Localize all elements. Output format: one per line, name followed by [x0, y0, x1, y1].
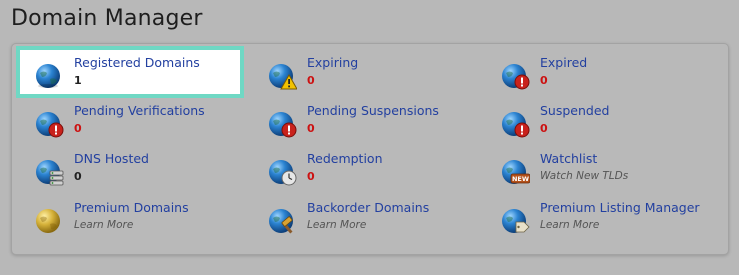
pending-suspensions-link[interactable]: Pending Suspensions 0	[253, 98, 473, 142]
globe-new-icon: NEW	[500, 157, 531, 187]
backorder-domains-link[interactable]: Backorder Domains Learn More	[253, 195, 473, 239]
item-count: 0	[307, 122, 315, 135]
item-label: Redemption	[307, 151, 383, 166]
globe-tag-icon	[500, 206, 530, 236]
expiring-link[interactable]: Expiring 0	[253, 50, 473, 94]
item-label: Watchlist	[540, 151, 598, 166]
globe-icon	[34, 61, 64, 91]
item-label: Backorder Domains	[307, 200, 430, 215]
pending-verifications-link[interactable]: Pending Verifications 0	[20, 98, 240, 142]
item-count: 0	[74, 170, 82, 183]
learn-more-link[interactable]: Learn More	[540, 219, 599, 231]
item-count: 0	[540, 74, 548, 87]
item-note: Watch New TLDs	[540, 170, 629, 182]
globe-alert-icon	[34, 109, 64, 139]
globe-clock-icon	[267, 157, 297, 187]
globe-server-icon	[34, 157, 64, 187]
item-label: Pending Verifications	[74, 103, 205, 118]
globe-alert-icon	[500, 61, 530, 91]
item-count: 0	[74, 122, 82, 135]
item-count: 1	[74, 74, 82, 87]
expired-link[interactable]: Expired 0	[486, 50, 706, 94]
domain-summary-panel: Registered Domains 1 Expiring 0 Expired …	[11, 43, 729, 255]
redemption-link[interactable]: Redemption 0	[253, 146, 473, 190]
item-count: 0	[540, 122, 548, 135]
dns-hosted-link[interactable]: DNS Hosted 0	[20, 146, 240, 190]
gold-globe-icon	[34, 206, 64, 236]
watchlist-link[interactable]: NEW Watchlist Watch New TLDs	[486, 146, 706, 190]
item-label: Expired	[540, 55, 588, 70]
learn-more-link[interactable]: Learn More	[74, 219, 133, 231]
globe-warning-icon	[267, 61, 298, 91]
item-label: DNS Hosted	[74, 151, 149, 166]
premium-domains-link[interactable]: Premium Domains Learn More	[20, 195, 240, 239]
globe-alert-icon	[267, 109, 297, 139]
learn-more-link[interactable]: Learn More	[307, 219, 366, 231]
item-label: Premium Listing Manager	[540, 200, 700, 215]
globe-alert-icon	[500, 109, 530, 139]
item-count: 0	[307, 74, 315, 87]
item-label: Premium Domains	[74, 200, 189, 215]
item-label: Pending Suspensions	[307, 103, 439, 118]
page-title: Domain Manager	[11, 6, 203, 31]
item-label: Expiring	[307, 55, 359, 70]
suspended-link[interactable]: Suspended 0	[486, 98, 706, 142]
premium-listing-manager-link[interactable]: Premium Listing Manager Learn More	[486, 195, 706, 239]
item-count: 0	[307, 170, 315, 183]
new-badge-text: NEW	[512, 175, 529, 183]
item-label: Registered Domains	[74, 55, 200, 70]
item-label: Suspended	[540, 103, 610, 118]
globe-hammer-icon	[267, 206, 297, 236]
registered-domains-link[interactable]: Registered Domains 1	[16, 46, 244, 98]
